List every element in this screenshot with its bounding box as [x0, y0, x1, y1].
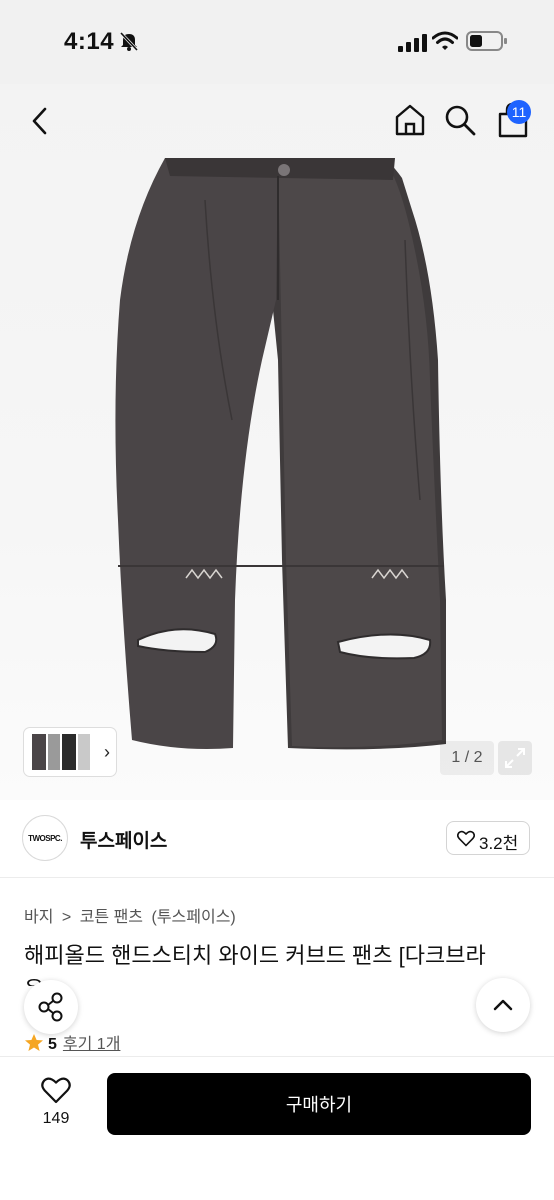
product-rating: 5 후기 1개: [24, 1030, 120, 1054]
share-icon: [38, 992, 63, 1022]
shop-like-button[interactable]: 3.2천: [446, 821, 530, 855]
image-thumbnail-strip[interactable]: ›: [24, 728, 116, 776]
cellular-signal-icon: [398, 34, 427, 52]
battery-icon: [466, 31, 507, 51]
thumbnail-image: [32, 734, 90, 770]
shop-name[interactable]: 투스페이스: [80, 826, 167, 853]
search-icon[interactable]: [444, 104, 476, 136]
product-title: 해피올드 핸드스티치 와이드 커브드 팬츠 [다크브라: [24, 943, 486, 968]
breadcrumb-separator: >: [61, 909, 72, 926]
chevron-right-icon: ›: [104, 742, 110, 762]
status-bar: 4:14: [0, 0, 554, 84]
heart-icon: [41, 1077, 71, 1104]
breadcrumb: 바지 > 코튼 팬츠 (투스페이스): [24, 903, 240, 927]
wish-button[interactable]: 149: [28, 1074, 84, 1132]
image-counter: 1 / 2: [440, 741, 494, 775]
chevron-up-icon: [493, 999, 513, 1011]
review-count-link[interactable]: 후기 1개: [63, 1036, 121, 1053]
expand-icon[interactable]: [498, 741, 532, 775]
shop-logo[interactable]: TWOSPC.: [22, 815, 68, 861]
breadcrumb-subcategory[interactable]: 코튼 팬츠: [80, 909, 143, 926]
share-button[interactable]: [24, 980, 78, 1034]
rating-score: 5: [48, 1036, 57, 1053]
cart-count-badge: 11: [507, 100, 531, 124]
home-icon[interactable]: [394, 103, 426, 137]
shop-like-count: 3.2천: [479, 834, 519, 853]
buy-button[interactable]: 구매하기: [107, 1073, 531, 1135]
breadcrumb-category[interactable]: 바지: [24, 909, 53, 926]
star-icon: [25, 1034, 43, 1051]
status-time: 4:14: [64, 28, 115, 55]
bell-muted-icon: [119, 31, 139, 52]
scroll-top-button[interactable]: [476, 978, 530, 1032]
product-image: [115, 158, 446, 750]
heart-icon: [457, 830, 475, 847]
wifi-icon: [432, 31, 458, 50]
back-chevron-icon[interactable]: [24, 104, 56, 138]
breadcrumb-brand[interactable]: (투스페이스): [151, 909, 235, 926]
wish-count: 149: [42, 1110, 70, 1127]
